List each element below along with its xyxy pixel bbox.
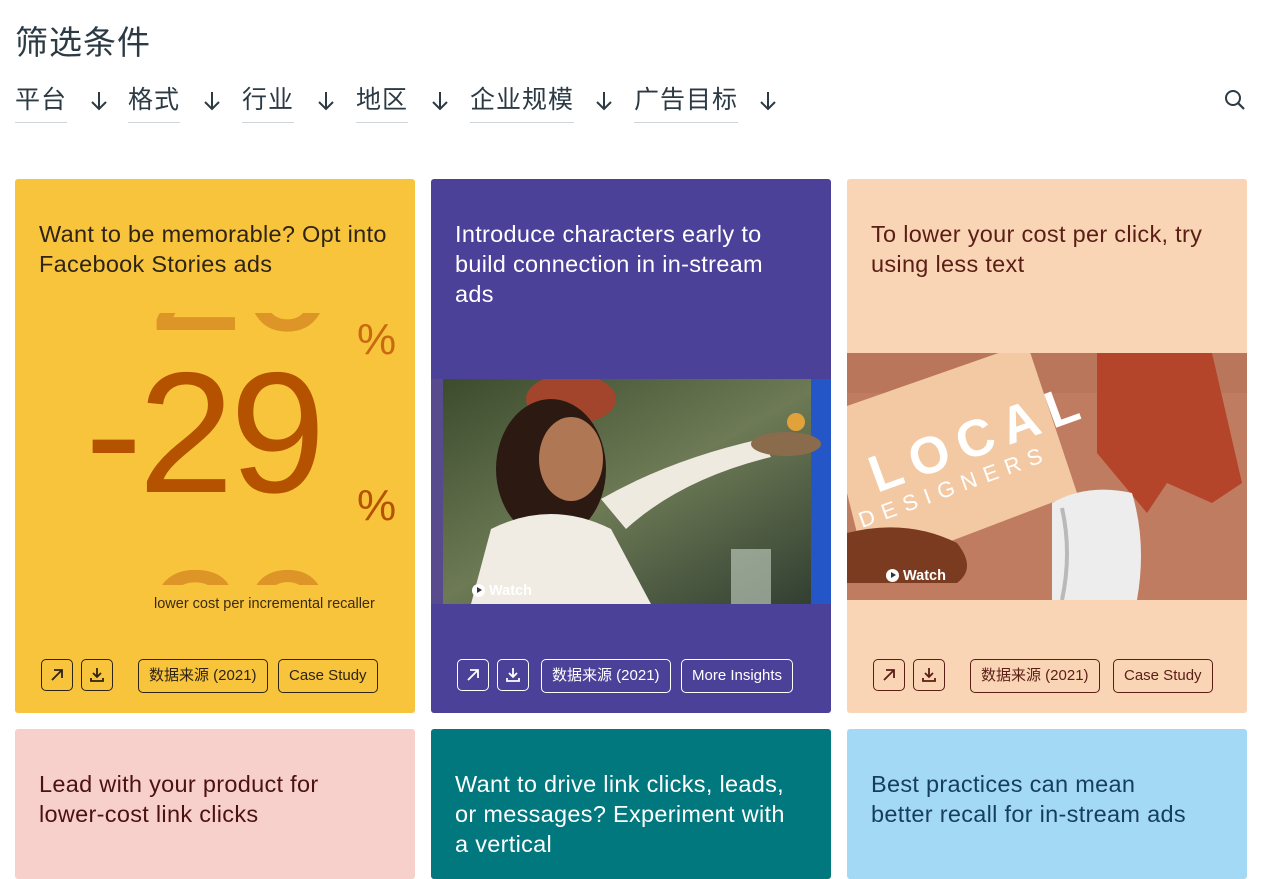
case-study-button[interactable]: Case Study — [278, 659, 378, 693]
stat-ghost-below: 30 — [148, 545, 335, 585]
arrow-down-icon — [760, 92, 776, 111]
arrow-down-icon — [91, 92, 107, 111]
video-thumbnail[interactable]: LOCAL DESIGNERS Watch — [847, 353, 1247, 600]
stat-unit: % — [357, 315, 397, 364]
card-title: Lead with your product for lower-cost li… — [39, 771, 319, 827]
data-source-button[interactable]: 数据来源 (2021) — [970, 659, 1100, 693]
filter-ad-objective[interactable]: 广告目标 — [634, 80, 776, 123]
arrow-down-icon — [596, 92, 612, 111]
arrow-down-icon — [318, 92, 334, 111]
card-title: Want to be memorable? Opt into Facebook … — [39, 221, 387, 277]
insight-card-lead-with-product[interactable]: Lead with your product for lower-cost li… — [15, 729, 415, 879]
card-title: Best practices can mean better recall fo… — [871, 771, 1186, 827]
insight-card-vertical[interactable]: Want to drive link clicks, leads, or mes… — [431, 729, 831, 879]
arrow-down-icon — [432, 92, 448, 111]
download-button[interactable] — [913, 659, 945, 691]
insight-card-characters[interactable]: Introduce characters early to build conn… — [431, 179, 831, 713]
video-still-image — [431, 379, 831, 604]
open-link-button[interactable] — [457, 659, 489, 691]
open-link-button[interactable] — [873, 659, 905, 691]
filter-region[interactable]: 地区 — [356, 80, 448, 123]
download-button[interactable] — [81, 659, 113, 691]
card-title: To lower your cost per click, try using … — [871, 221, 1203, 277]
play-icon — [886, 569, 899, 582]
filter-bar: 平台 格式 行业 地区 企业规模 广告目标 — [15, 80, 1255, 123]
download-icon — [506, 668, 520, 682]
page-title: 筛选条件 — [15, 23, 151, 62]
video-still-image: LOCAL DESIGNERS — [847, 353, 1247, 600]
filter-label: 广告目标 — [634, 80, 739, 123]
download-icon — [922, 668, 936, 682]
insight-card-less-text[interactable]: To lower your cost per click, try using … — [847, 179, 1247, 713]
insight-card-stories[interactable]: Want to be memorable? Opt into Facebook … — [15, 179, 415, 713]
data-source-button[interactable]: 数据来源 (2021) — [541, 659, 671, 693]
open-link-button[interactable] — [41, 659, 73, 691]
play-icon — [472, 584, 485, 597]
card-title: Want to drive link clicks, leads, or mes… — [455, 771, 785, 857]
case-study-button[interactable]: Case Study — [1113, 659, 1213, 693]
watch-label[interactable]: Watch — [886, 568, 946, 584]
filter-company-size[interactable]: 企业规模 — [470, 80, 612, 123]
video-thumbnail[interactable]: Watch — [431, 379, 831, 604]
arrow-down-icon — [204, 92, 220, 111]
filter-label: 行业 — [242, 80, 295, 123]
data-source-button[interactable]: 数据来源 (2021) — [138, 659, 268, 693]
filter-format[interactable]: 格式 — [128, 80, 220, 123]
filter-label: 格式 — [128, 80, 181, 123]
stat-unit: % — [357, 481, 397, 530]
card-title: Introduce characters early to build conn… — [455, 221, 763, 307]
more-insights-button[interactable]: More Insights — [681, 659, 794, 693]
arrow-up-right-icon — [467, 669, 479, 681]
download-icon — [90, 668, 104, 682]
stat-caption: lower cost per incremental recaller — [154, 596, 375, 612]
filter-platform[interactable]: 平台 — [15, 80, 107, 123]
arrow-up-right-icon — [51, 669, 63, 681]
stat-graphic: 20 30 % -29 % — [15, 313, 415, 585]
stat-value: -29 — [85, 337, 326, 529]
filter-industry[interactable]: 行业 — [242, 80, 334, 123]
arrow-up-right-icon — [883, 669, 895, 681]
filter-label: 企业规模 — [470, 80, 575, 123]
watch-label[interactable]: Watch — [472, 583, 532, 599]
filter-label: 平台 — [15, 80, 68, 123]
download-button[interactable] — [497, 659, 529, 691]
insight-card-best-practices[interactable]: Best practices can mean better recall fo… — [847, 729, 1247, 879]
search-icon[interactable] — [1223, 88, 1247, 112]
filter-label: 地区 — [356, 80, 409, 123]
